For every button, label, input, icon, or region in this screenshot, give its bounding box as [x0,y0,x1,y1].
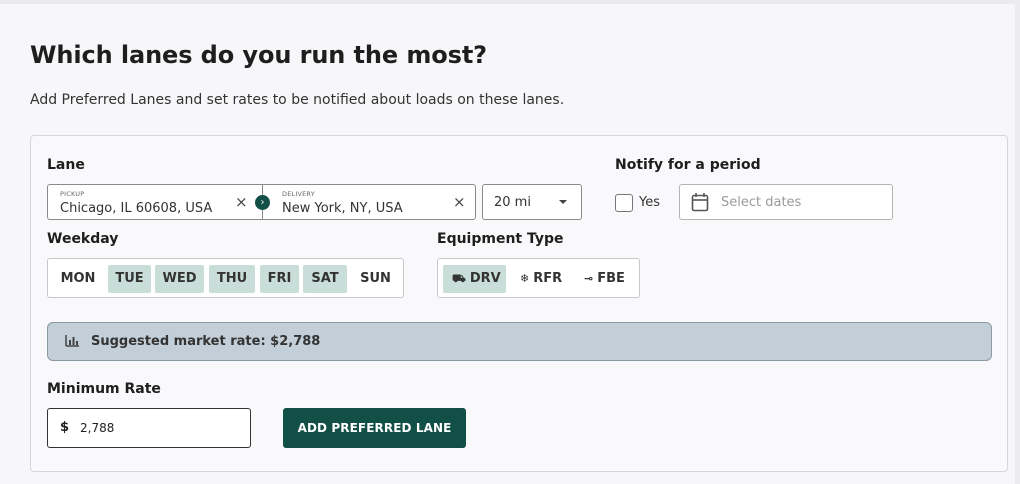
top-divider [0,0,1020,4]
notify-checkbox[interactable] [615,194,633,212]
lane-label: Lane [47,157,85,173]
truck-icon: ⛟ [452,272,466,285]
day-fri[interactable]: FRI [260,265,299,293]
scrollbar-track[interactable] [1015,0,1020,484]
pickup-label: PICKUP [60,190,85,198]
delivery-field[interactable]: DELIVERY New York, NY, USA × [263,185,475,219]
snowflake-icon: ❄ [520,272,530,285]
date-placeholder: Select dates [721,195,802,210]
equipment-selector: ⛟ DRV ❄ RFR ⊸ FBE [437,258,640,298]
weekday-label: Weekday [47,231,119,247]
day-tue[interactable]: TUE [108,265,151,293]
minimum-rate-value: 2,788 [80,421,115,435]
page-subtitle: Add Preferred Lanes and set rates to be … [30,92,565,108]
pickup-value: Chicago, IL 60608, USA [60,201,213,216]
equipment-drv-label: DRV [469,271,501,286]
lane-input-group: PICKUP Chicago, IL 60608, USA × › DELIVE… [47,184,476,220]
notify-yes-label[interactable]: Yes [639,195,660,210]
weekday-selector: MON TUE WED THU FRI SAT SUN [47,258,404,298]
equipment-fbe[interactable]: ⊸ FBE [578,265,636,293]
minimum-rate-input[interactable]: $ 2,788 [47,408,251,448]
equipment-label: Equipment Type [437,231,564,247]
delivery-label: DELIVERY [282,190,315,198]
equipment-fbe-label: FBE [597,271,625,286]
suggested-rate-banner: Suggested market rate: $2,788 [47,322,992,361]
equipment-rfr[interactable]: ❄ RFR [514,265,574,293]
pickup-field[interactable]: PICKUP Chicago, IL 60608, USA × [48,185,262,219]
equipment-drv[interactable]: ⛟ DRV [443,265,506,293]
day-sun[interactable]: SUN [353,265,398,293]
pickup-clear-icon[interactable]: × [235,193,248,211]
notify-label: Notify for a period [615,157,761,173]
equipment-rfr-label: RFR [533,271,563,286]
minimum-rate-label: Minimum Rate [47,381,161,397]
flatbed-icon: ⊸ [584,272,594,285]
calendar-icon [691,193,709,212]
suggested-rate-text: Suggested market rate: $2,788 [91,334,321,349]
radius-select[interactable]: 20 mi [482,184,582,220]
radius-value: 20 mi [494,195,531,210]
add-preferred-lane-button[interactable]: ADD PREFERRED LANE [283,408,466,448]
chevron-down-icon [559,200,567,204]
delivery-clear-icon[interactable]: × [453,193,466,211]
day-thu[interactable]: THU [209,265,255,293]
page-title: Which lanes do you run the most? [30,41,488,69]
delivery-value: New York, NY, USA [282,201,403,216]
currency-symbol: $ [60,420,70,435]
day-mon[interactable]: MON [55,265,101,293]
day-wed[interactable]: WED [155,265,204,293]
day-sat[interactable]: SAT [303,265,347,293]
bar-chart-icon [65,335,79,347]
preferred-lane-form: Lane PICKUP Chicago, IL 60608, USA × › D… [30,135,1008,472]
date-range-input[interactable]: Select dates [679,184,893,220]
